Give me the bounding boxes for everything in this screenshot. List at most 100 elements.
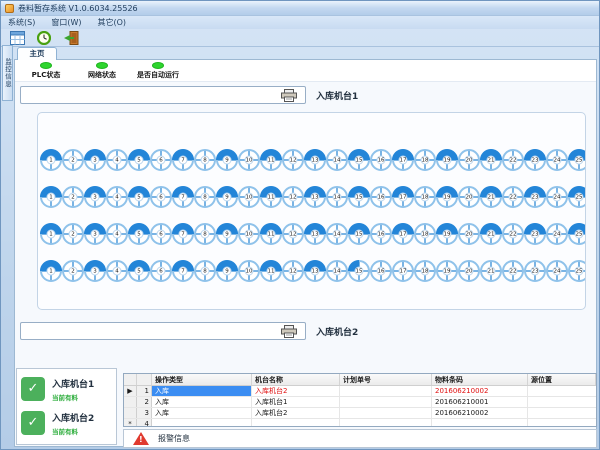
slot-r4-c11[interactable]: 11 [260,260,282,282]
table-cell[interactable] [528,397,596,407]
slot-r2-c11[interactable]: 11 [260,186,282,208]
slot-r1-c4[interactable]: 4 [106,149,128,171]
table-cell[interactable]: 201606210002 [432,408,528,418]
column-header-1[interactable]: 机台名称 [252,374,340,385]
slot-r4-c6[interactable]: 6 [150,260,172,282]
slot-r1-c11[interactable]: 11 [260,149,282,171]
menu-item-window[interactable]: 窗口(W) [51,17,81,28]
slot-r1-c9[interactable]: 9 [216,149,238,171]
slot-r3-c4[interactable]: 4 [106,223,128,245]
slot-r4-c9[interactable]: 9 [216,260,238,282]
slot-r3-c5[interactable]: 5 [128,223,150,245]
slot-r2-c22[interactable]: 22 [502,186,524,208]
slot-r4-c14[interactable]: 14 [326,260,348,282]
column-header-2[interactable]: 计划单号 [340,374,432,385]
slot-r2-c7[interactable]: 7 [172,186,194,208]
table-cell[interactable] [528,386,596,396]
slot-r1-c7[interactable]: 7 [172,149,194,171]
slot-r3-c24[interactable]: 24 [546,223,568,245]
slot-r2-c24[interactable]: 24 [546,186,568,208]
slot-r1-c18[interactable]: 18 [414,149,436,171]
slot-r4-c1[interactable]: 1 [40,260,62,282]
slot-r3-c20[interactable]: 20 [458,223,480,245]
slot-r2-c16[interactable]: 16 [370,186,392,208]
slot-r4-c13[interactable]: 13 [304,260,326,282]
menu-item-system[interactable]: 系统(S) [8,17,35,28]
table-cell[interactable]: 入库 [152,397,252,407]
slot-r3-c17[interactable]: 17 [392,223,414,245]
table-cell[interactable] [340,408,432,418]
slot-r1-c15[interactable]: 15 [348,149,370,171]
table-cell[interactable]: 入库 [152,386,252,396]
slot-r3-c2[interactable]: 2 [62,223,84,245]
slot-r2-c10[interactable]: 10 [238,186,260,208]
slot-r4-c22[interactable]: 22 [502,260,524,282]
table-cell[interactable] [340,386,432,396]
table-cell[interactable]: 入库机台1 [252,397,340,407]
slot-r3-c14[interactable]: 14 [326,223,348,245]
tab-home[interactable]: 主页 [17,47,57,60]
slot-r4-c15[interactable]: 15 [348,260,370,282]
table-row[interactable]: ▶1入库入库机台2201606210002 [124,386,596,397]
slot-r4-c19[interactable]: 19 [436,260,458,282]
slot-r1-c20[interactable]: 20 [458,149,480,171]
slot-r1-c2[interactable]: 2 [62,149,84,171]
column-header-0[interactable]: 操作类型 [152,374,252,385]
slot-r2-c1[interactable]: 1 [40,186,62,208]
slot-r1-c19[interactable]: 19 [436,149,458,171]
slot-r2-c2[interactable]: 2 [62,186,84,208]
table-cell[interactable]: 201606210001 [432,397,528,407]
slot-r1-c5[interactable]: 5 [128,149,150,171]
slot-r2-c15[interactable]: 15 [348,186,370,208]
slot-r2-c23[interactable]: 23 [524,186,546,208]
menu-item-other[interactable]: 其它(O) [97,17,126,28]
slot-r2-c21[interactable]: 21 [480,186,502,208]
table-row[interactable]: 3入库入库机台2201606210002 [124,408,596,419]
table-cell[interactable]: 入库机台2 [252,386,340,396]
table-row[interactable]: *4 [124,419,596,427]
slot-r2-c17[interactable]: 17 [392,186,414,208]
slot-r2-c5[interactable]: 5 [128,186,150,208]
slot-r1-c6[interactable]: 6 [150,149,172,171]
slot-r3-c22[interactable]: 22 [502,223,524,245]
slot-r4-c10[interactable]: 10 [238,260,260,282]
machine1-print-button[interactable] [20,86,306,104]
slot-r1-c17[interactable]: 17 [392,149,414,171]
slot-r1-c12[interactable]: 12 [282,149,304,171]
slot-r3-c8[interactable]: 8 [194,223,216,245]
table-cell[interactable] [340,397,432,407]
slot-r2-c8[interactable]: 8 [194,186,216,208]
slot-r4-c2[interactable]: 2 [62,260,84,282]
slot-r3-c16[interactable]: 16 [370,223,392,245]
slot-r4-c24[interactable]: 24 [546,260,568,282]
slot-r3-c1[interactable]: 1 [40,223,62,245]
slot-r1-c21[interactable]: 21 [480,149,502,171]
slot-r1-c24[interactable]: 24 [546,149,568,171]
slot-r1-c10[interactable]: 10 [238,149,260,171]
slot-r1-c3[interactable]: 3 [84,149,106,171]
table-row[interactable]: 2入库入库机台1201606210001 [124,397,596,408]
slot-r1-c1[interactable]: 1 [40,149,62,171]
table-cell[interactable]: 入库机台2 [252,408,340,418]
slot-r2-c9[interactable]: 9 [216,186,238,208]
table-cell[interactable] [252,419,340,427]
slot-r1-c8[interactable]: 8 [194,149,216,171]
slot-r3-c13[interactable]: 13 [304,223,326,245]
slot-r4-c4[interactable]: 4 [106,260,128,282]
table-cell[interactable]: 入库 [152,408,252,418]
slot-r4-c20[interactable]: 20 [458,260,480,282]
slot-r4-c17[interactable]: 17 [392,260,414,282]
slot-r4-c21[interactable]: 21 [480,260,502,282]
slot-r2-c18[interactable]: 18 [414,186,436,208]
table-cell[interactable] [528,419,596,427]
slot-r2-c3[interactable]: 3 [84,186,106,208]
table-cell[interactable] [152,419,252,427]
slot-r3-c6[interactable]: 6 [150,223,172,245]
slot-r3-c12[interactable]: 12 [282,223,304,245]
slot-r2-c4[interactable]: 4 [106,186,128,208]
slot-r1-c14[interactable]: 14 [326,149,348,171]
slot-r3-c3[interactable]: 3 [84,223,106,245]
slot-r1-c16[interactable]: 16 [370,149,392,171]
slot-r4-c7[interactable]: 7 [172,260,194,282]
slot-r4-c8[interactable]: 8 [194,260,216,282]
